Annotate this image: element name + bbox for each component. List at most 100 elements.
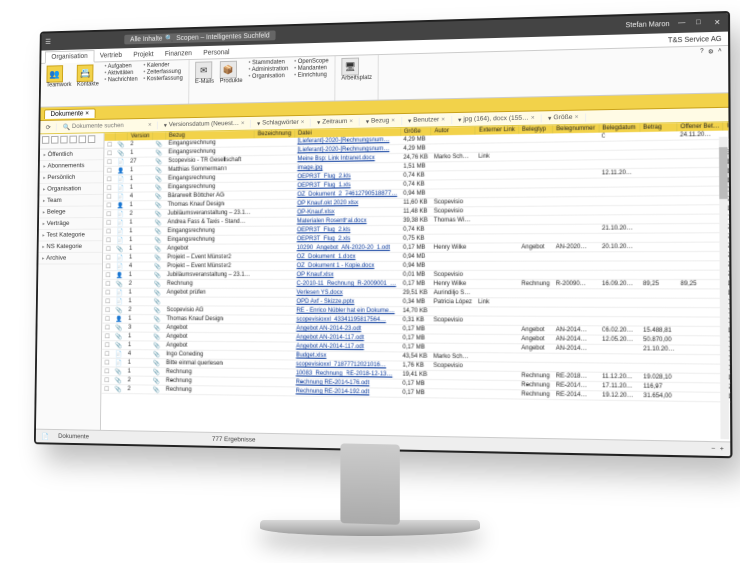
filter-benutzer[interactable]: ▾Benutzer×: [402, 116, 452, 125]
row-checkbox[interactable]: ☐: [103, 227, 114, 236]
row-checkbox[interactable]: ☐: [103, 271, 114, 280]
row-checkbox[interactable]: ☐: [102, 332, 113, 341]
document-search-input[interactable]: [72, 122, 146, 130]
teamwork-icon[interactable]: 👥: [46, 65, 63, 83]
column-header[interactable]: Bezug: [166, 131, 255, 140]
cell-datei[interactable]: Rechnung RE-2014-192.odt: [293, 387, 400, 397]
refresh-icon[interactable]: ⟳: [40, 123, 57, 131]
view-icon[interactable]: [88, 135, 95, 143]
column-header[interactable]: Betrag: [639, 123, 676, 132]
kontakte-icon[interactable]: 📇: [77, 64, 94, 82]
clear-search-icon[interactable]: ×: [148, 122, 152, 129]
row-checkbox[interactable]: ☐: [103, 236, 114, 245]
ribbon-item[interactable]: Kosterfassung: [143, 76, 183, 83]
ribbon-item[interactable]: Nachrichten: [104, 77, 137, 84]
scrollbar-thumb[interactable]: [719, 147, 728, 199]
row-checkbox[interactable]: ☐: [102, 349, 113, 358]
filter-zeitraum[interactable]: ▾Zeitraum×: [311, 117, 360, 126]
cell-datei[interactable]: OPD Axf - Skizze.pptx: [293, 297, 399, 306]
ribbon-item[interactable]: Administration: [248, 66, 288, 73]
cell-datei[interactable]: OZ_Dokument_1.docx: [294, 252, 400, 261]
close-button[interactable]: ✕: [714, 18, 724, 28]
filter-groesse[interactable]: ▾Größe×: [542, 113, 586, 122]
ribbon-item[interactable]: Mandanten: [294, 65, 329, 72]
filter-bezug[interactable]: ▾Bezug×: [360, 117, 402, 126]
sidebar-item[interactable]: Team: [39, 195, 103, 207]
row-checkbox[interactable]: ☐: [104, 149, 115, 158]
column-header[interactable]: Belegtyp: [518, 125, 552, 134]
ribbon-item[interactable]: Aktivitäten: [104, 70, 137, 77]
row-checkbox[interactable]: ☐: [103, 245, 114, 254]
ribbon-item[interactable]: Aufgaben: [104, 63, 137, 70]
sidebar-item[interactable]: Test Kategorie: [39, 230, 103, 242]
zoom-in-icon[interactable]: +: [720, 445, 724, 452]
sidebar-item[interactable]: Abonnements: [40, 160, 104, 172]
row-checkbox[interactable]: ☐: [104, 175, 115, 184]
cell-datei[interactable]: OZ_Dokument 1 - Kopie.docx: [294, 261, 400, 270]
ribbon-tab-finanzen[interactable]: Finanzen: [159, 48, 198, 60]
column-header[interactable]: Upload-D…: [723, 122, 730, 130]
cell-datei[interactable]: 10290_Angebot_AN-2020-20_1.odt: [294, 243, 400, 252]
zoom-out-icon[interactable]: −: [711, 445, 715, 452]
row-checkbox[interactable]: ☐: [102, 297, 113, 306]
cell-datei[interactable]: RE - Enrico Nübler hat ein Dokume…: [293, 306, 399, 315]
row-checkbox[interactable]: ☐: [104, 201, 115, 210]
column-header[interactable]: [153, 132, 166, 140]
column-header[interactable]: Externer Link: [475, 126, 518, 135]
ribbon-tab-vertrieb[interactable]: Vertrieb: [94, 50, 128, 61]
row-checkbox[interactable]: ☐: [104, 184, 115, 193]
filter-versionsdatum[interactable]: ▾Versionsdatum (Neuest…×: [158, 119, 251, 128]
document-table[interactable]: VersionBezugBezeichnungDateiGrößeAutorEx…: [101, 122, 730, 441]
view-icon[interactable]: [69, 136, 76, 144]
ribbon-item[interactable]: Stammdaten: [248, 59, 288, 66]
cell-datei[interactable]: C-2010-11_Rechnung_R-2009001_…: [294, 279, 400, 288]
table-row[interactable]: ☐📄4📎Projekt – Event Münster2OZ_Dokument …: [103, 260, 730, 270]
cell-datei[interactable]: OP Knauf.xlsx: [294, 270, 400, 279]
maximize-button[interactable]: □: [696, 18, 706, 27]
column-header[interactable]: Größe: [400, 127, 431, 136]
column-header[interactable]: [105, 133, 116, 141]
row-checkbox[interactable]: ☐: [102, 306, 113, 315]
ribbon-tab-personal[interactable]: Personal: [198, 47, 236, 59]
sidebar-item[interactable]: Verträge: [39, 218, 103, 230]
row-checkbox[interactable]: ☐: [102, 367, 113, 376]
view-icon[interactable]: [79, 135, 86, 143]
row-checkbox[interactable]: ☐: [102, 341, 113, 350]
view-icon[interactable]: [51, 136, 58, 144]
produkte-icon[interactable]: 📦: [220, 61, 237, 79]
collapse-ribbon-icon[interactable]: ˄: [718, 48, 722, 54]
row-checkbox[interactable]: ☐: [101, 384, 112, 393]
column-header[interactable]: Belegdatum: [599, 124, 640, 133]
column-header[interactable]: [115, 133, 128, 141]
sidebar-item[interactable]: Archive: [38, 253, 102, 265]
filter-schlagwoerter[interactable]: ▾Schlagwörter×: [251, 118, 311, 127]
close-tab-icon[interactable]: ×: [85, 110, 89, 117]
sidebar-item[interactable]: Persönlich: [40, 172, 104, 184]
row-checkbox[interactable]: ☐: [104, 166, 115, 175]
column-header[interactable]: Belegnummer: [553, 125, 599, 134]
settings-icon[interactable]: ⚙: [708, 48, 714, 55]
row-checkbox[interactable]: ☐: [102, 358, 113, 367]
ribbon-item[interactable]: Organisation: [248, 73, 288, 80]
minimize-button[interactable]: —: [678, 19, 688, 28]
row-checkbox[interactable]: ☐: [101, 376, 112, 385]
row-checkbox[interactable]: ☐: [102, 314, 113, 323]
vertical-scrollbar[interactable]: [719, 137, 729, 440]
help-icon[interactable]: ?: [700, 49, 704, 55]
table-row[interactable]: ☐👤1📎Jubiläumsveranstaltung – 23.1…OP Kna…: [103, 270, 730, 280]
global-search[interactable]: Alle Inhalte 🔍 Scopen – Intelligentes Su…: [125, 30, 276, 44]
view-icon[interactable]: [42, 136, 49, 144]
column-header[interactable]: Offener Bet…: [677, 122, 723, 131]
column-header[interactable]: Bezeichnung: [254, 130, 294, 139]
ribbon-item[interactable]: Einrichtung: [294, 72, 329, 79]
row-checkbox[interactable]: ☐: [104, 141, 115, 149]
cell-datei[interactable]: Verlesen YS.docx: [293, 288, 399, 297]
row-checkbox[interactable]: ☐: [103, 253, 114, 262]
filter-filetype[interactable]: ▾jpg (164), docx (155…×: [452, 114, 542, 124]
cell-datei[interactable]: OEPR3T_Flug_2.xls: [294, 234, 400, 243]
row-checkbox[interactable]: ☐: [103, 288, 114, 297]
row-checkbox[interactable]: ☐: [103, 262, 114, 271]
ribbon-item[interactable]: Zeiterfassung: [143, 69, 183, 76]
sidebar-item[interactable]: NS Kategorie: [39, 241, 103, 253]
row-checkbox[interactable]: ☐: [102, 323, 113, 332]
